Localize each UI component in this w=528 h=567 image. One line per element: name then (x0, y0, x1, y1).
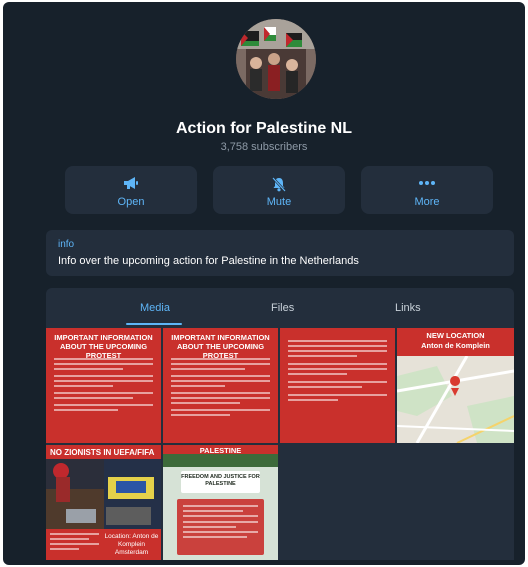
mute-button-label: Mute (266, 196, 292, 208)
channel-info-window: Action for Palestine NL 3,758 subscriber… (3, 2, 525, 565)
flyer-heading: PALESTINE (199, 446, 242, 455)
map-image (397, 356, 514, 443)
channel-avatar[interactable] (236, 19, 316, 99)
channel-title: Action for Palestine NL (175, 120, 353, 137)
subscriber-count: 3,758 subscribers (220, 141, 308, 153)
megaphone-icon (65, 176, 197, 190)
tab-media[interactable]: Media (140, 302, 170, 314)
media-thumbnail[interactable]: NEW LOCATION Anton de Komplein (397, 328, 514, 443)
protest-photo (46, 459, 161, 529)
action-bar: Open Mute More (65, 166, 521, 214)
bell-muted-icon (213, 176, 345, 192)
open-button-label: Open (117, 196, 145, 208)
media-thumbnail[interactable]: IMPORTANT INFORMATION ABOUT THE UPCOMING… (46, 328, 161, 443)
flyer-heading: IMPORTANT INFORMATION ABOUT THE UPCOMING… (54, 333, 153, 360)
dots-icon (361, 176, 493, 190)
flyer-caption: Location: Anton de Komplein Amsterdam (104, 533, 159, 556)
info-text: Info over the upcoming action for Palest… (58, 255, 359, 267)
active-tab-indicator (126, 323, 182, 325)
media-thumbnail[interactable]: NO ZIONISTS IN UEFA/FIFA Location: Anton… (46, 445, 161, 560)
info-label: info (58, 239, 75, 250)
open-button[interactable]: Open (65, 166, 197, 214)
media-thumbnail[interactable]: IMPORTANT INFORMATION ABOUT THE UPCOMING… (163, 328, 278, 443)
flyer-heading: NO ZIONISTS IN UEFA/FIFA (50, 448, 155, 457)
tab-links[interactable]: Links (395, 302, 421, 314)
media-thumbnail[interactable]: PALESTINE FREEDOM AND JUSTICE FOR PALEST… (163, 445, 278, 560)
flyer-caption: FREEDOM AND JUSTICE FOR PALESTINE (181, 474, 260, 487)
shared-media-panel: Media Files Links IMPORTANT INFORMATION … (46, 288, 514, 560)
mute-button[interactable]: Mute (213, 166, 345, 214)
tab-files[interactable]: Files (271, 302, 294, 314)
more-button-label: More (414, 196, 440, 208)
more-button[interactable]: More (361, 166, 493, 214)
flyer-heading: NEW LOCATION (426, 331, 485, 340)
flyer-heading: IMPORTANT INFORMATION ABOUT THE UPCOMING… (171, 333, 270, 360)
channel-description: info Info over the upcoming action for P… (46, 230, 514, 276)
media-thumbnail[interactable] (280, 328, 395, 443)
flyer-subheading: Anton de Komplein (421, 341, 490, 350)
media-empty-area (280, 445, 514, 560)
